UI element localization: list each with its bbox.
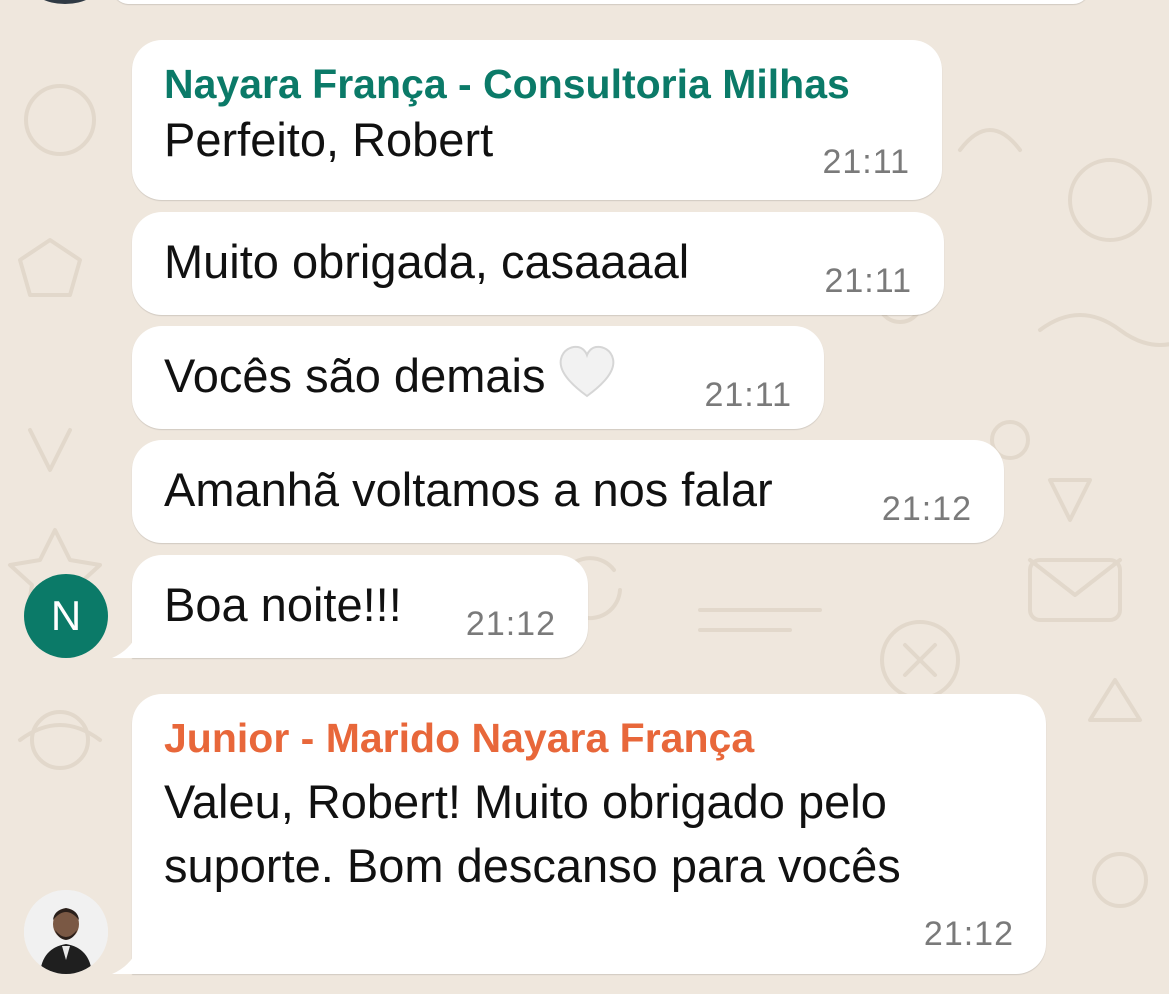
sender-avatar-photo[interactable] xyxy=(24,890,108,974)
bubble-tail xyxy=(112,640,134,658)
person-photo-icon xyxy=(24,890,108,974)
sender-name[interactable]: Junior - Marido Nayara França xyxy=(164,714,1014,762)
message-text: Amanhã voltamos a nos falar xyxy=(164,463,773,516)
message-text-line: Valeu, Robert! Muito obrigado pelo xyxy=(164,775,887,828)
message-bubble[interactable]: Boa noite!!! 21:12 xyxy=(112,555,588,658)
message-text: Muito obrigada, casaaaal xyxy=(164,235,690,288)
bubble-tail xyxy=(112,956,134,974)
message-time: 21:12 xyxy=(923,915,1014,953)
message-time: 21:12 xyxy=(465,605,556,643)
message-text: Vocês são demais xyxy=(164,344,792,416)
sender-avatar-n[interactable]: N xyxy=(24,574,108,658)
message-time: 21:11 xyxy=(824,262,912,300)
message-time: 21:11 xyxy=(822,143,910,181)
sender-name[interactable]: Nayara França - Consultoria Milhas xyxy=(164,60,910,108)
message-bubble[interactable]: Amanhã voltamos a nos falar 21:12 xyxy=(132,440,1004,543)
message-bubble[interactable]: Nayara França - Consultoria Milhas Perfe… xyxy=(132,40,942,200)
message-text: Perfeito, Robert xyxy=(164,113,494,166)
message-time: 21:11 xyxy=(704,376,792,414)
message-text-line: suporte. Bom descanso para vocês xyxy=(164,839,901,892)
message-time: 21:12 xyxy=(881,490,972,528)
message-bubble[interactable]: Muito obrigada, casaaaal 21:11 xyxy=(132,212,944,315)
message-bubble[interactable]: Vocês são demais 21:11 xyxy=(132,326,824,429)
message-bubble[interactable]: Junior - Marido Nayara França Valeu, Rob… xyxy=(112,694,1046,974)
previous-message-bubble[interactable] xyxy=(112,0,1090,4)
white-heart-icon xyxy=(557,344,617,416)
message-text-content: Vocês são demais xyxy=(164,349,546,402)
